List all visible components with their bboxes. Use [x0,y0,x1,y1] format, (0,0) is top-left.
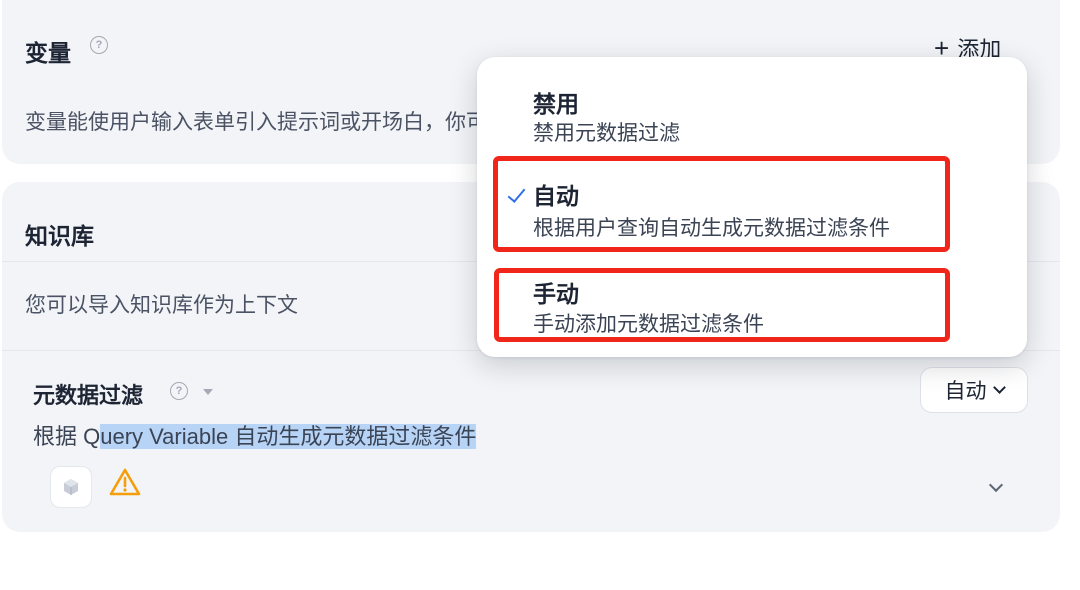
description-plain: 根据 Q [33,424,101,449]
metadata-filter-description: 根据 Query Variable 自动生成元数据过滤条件 [33,419,477,451]
knowledge-title: 知识库 [25,223,94,249]
option-label: 手动 [533,281,579,307]
variables-title: 变量 [25,40,71,66]
option-description: 手动添加元数据过滤条件 [533,313,764,336]
mode-select-value: 自动 [944,380,987,403]
dropdown-option-disabled[interactable]: 禁用 禁用元数据过滤 [477,57,1027,152]
dropdown-option-auto[interactable]: 自动 根据用户查询自动生成元数据过滤条件 [477,162,1027,252]
chevron-down-icon [992,381,1006,394]
option-description: 禁用元数据过滤 [533,122,680,145]
metadata-filter-mode-dropdown: 禁用 禁用元数据过滤 自动 根据用户查询自动生成元数据过滤条件 手动 手动添加元… [477,57,1027,357]
option-description: 根据用户查询自动生成元数据过滤条件 [533,217,890,240]
metadata-filter-title: 元数据过滤 [33,383,144,408]
question-circle-icon[interactable]: ? [170,382,188,400]
metadata-filter-mode-select[interactable]: 自动 [920,367,1028,413]
warning-triangle-icon [108,467,142,502]
cube-icon [64,479,78,495]
description-selected-text: uery Variable 自动生成元数据过滤条件 [100,424,477,449]
question-circle-icon[interactable]: ? [90,36,108,54]
knowledge-dataset-chip[interactable] [50,466,92,508]
option-label: 禁用 [533,91,579,117]
knowledge-description: 您可以导入知识库作为上下文 [25,294,298,317]
option-label: 自动 [533,183,579,209]
dropdown-option-manual[interactable]: 手动 手动添加元数据过滤条件 [477,262,1027,352]
caret-down-icon[interactable] [203,389,213,395]
